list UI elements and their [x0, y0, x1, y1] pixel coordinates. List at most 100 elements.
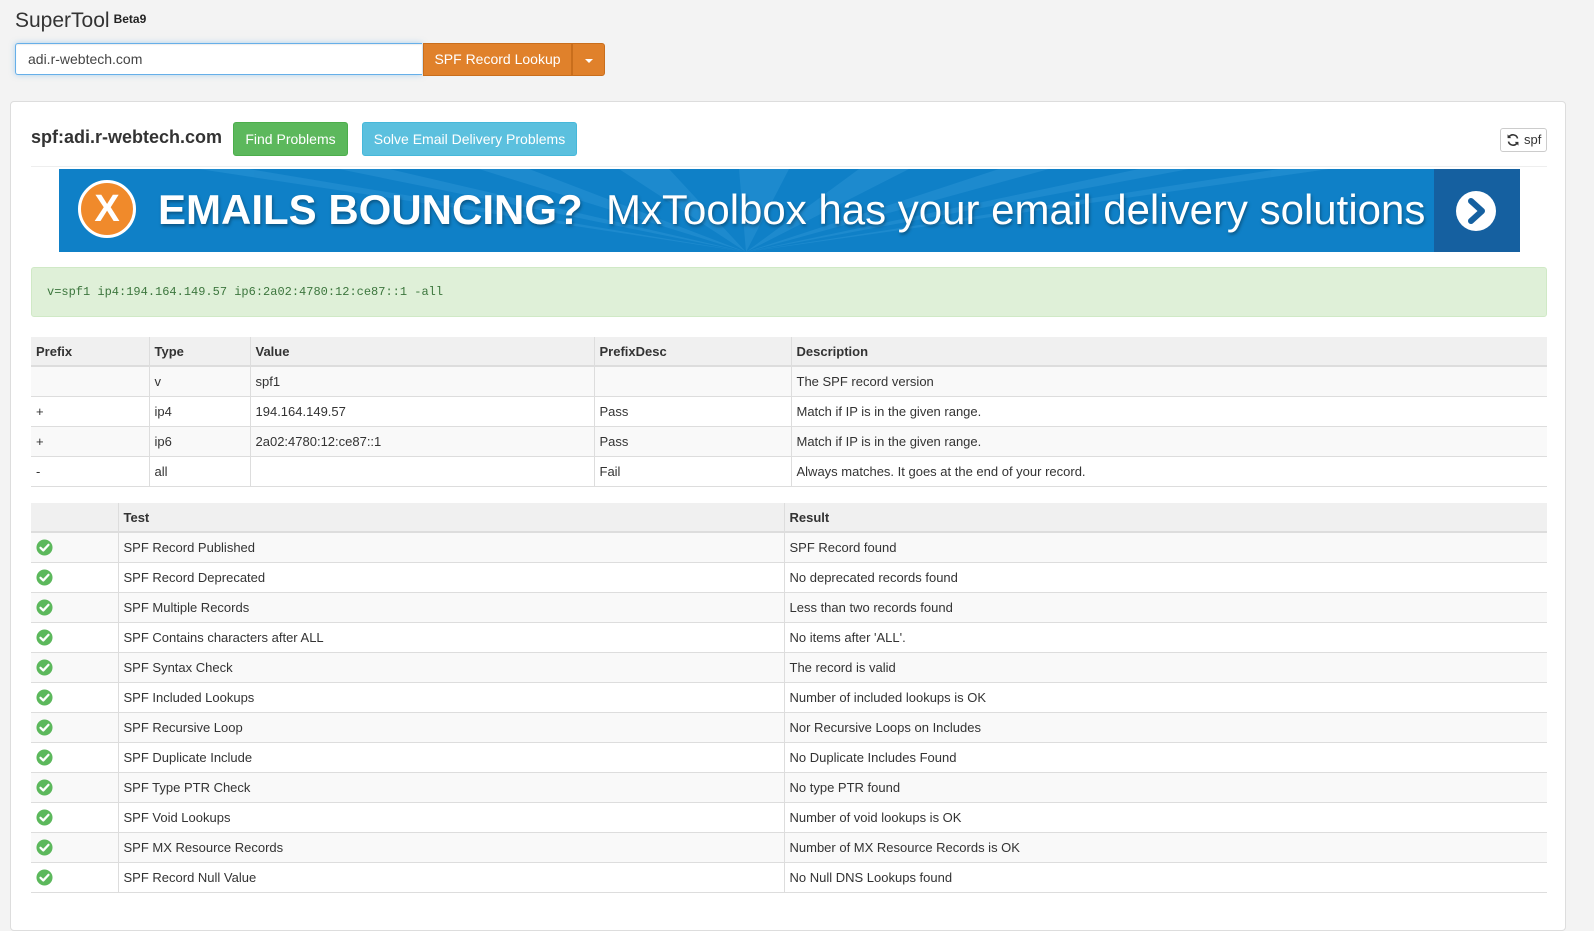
cell-value: spf1 [249, 365, 594, 397]
cell-test: SPF MX Resource Records [117, 832, 784, 863]
table-row: SPF Syntax Check The record is valid [31, 652, 1547, 683]
domain-search-input[interactable] [15, 43, 422, 75]
column-header-prefix: Prefix [31, 337, 149, 367]
chevron-right-icon [1456, 191, 1496, 231]
cell-test: SPF Syntax Check [117, 652, 784, 683]
cell-result: No Duplicate Includes Found [783, 742, 1547, 773]
table-row: + ip6 2a02:4780:12:ce87::1 Pass Match if… [31, 426, 1547, 457]
beta-badge: Beta9 [113, 12, 147, 26]
check-circle-icon [36, 809, 53, 826]
cell-result: The record is valid [783, 652, 1547, 683]
cell-status [31, 832, 118, 863]
cell-result: SPF Record found [783, 531, 1547, 563]
table-header-row: Test Result [31, 503, 1547, 533]
email-delivery-banner[interactable]: X EMAILS BOUNCING? MxToolbox has your em… [59, 169, 1520, 252]
cell-value [249, 456, 594, 487]
cell-prefix: + [31, 426, 149, 457]
cell-prefix: - [31, 456, 149, 487]
cell-status [31, 742, 118, 773]
cell-result: No items after 'ALL'. [783, 622, 1547, 653]
cell-value: 2a02:4780:12:ce87::1 [249, 426, 594, 457]
cell-test: SPF Void Lookups [117, 802, 784, 833]
refresh-label: spf [1524, 132, 1542, 147]
column-header-status [31, 503, 118, 533]
table-row: SPF Type PTR Check No type PTR found [31, 772, 1547, 803]
check-circle-icon [36, 659, 53, 676]
table-row: SPF MX Resource Records Number of MX Reso… [31, 832, 1547, 863]
cell-type: ip6 [148, 426, 250, 457]
cell-test: SPF Included Lookups [117, 682, 784, 713]
table-row: + ip4 194.164.149.57 Pass Match if IP is… [31, 396, 1547, 427]
table-row: SPF Duplicate Include No Duplicate Includ… [31, 742, 1547, 773]
column-header-value: Value [249, 337, 594, 367]
table-row: SPF Record Published SPF Record found [31, 531, 1547, 563]
cell-test: SPF Record Null Value [117, 862, 784, 893]
cell-type: all [148, 456, 250, 487]
cell-result: No type PTR found [783, 772, 1547, 803]
table-row: SPF Recursive Loop Nor Recursive Loops on… [31, 712, 1547, 743]
cell-value: 194.164.149.57 [249, 396, 594, 427]
table-row: SPF Record Null Value No Null DNS Lookups… [31, 862, 1547, 893]
check-circle-icon [36, 839, 53, 856]
cell-status [31, 802, 118, 833]
cell-result: Number of MX Resource Records is OK [783, 832, 1547, 863]
table-row: v spf1 The SPF record version [31, 365, 1547, 397]
table-header-row: Prefix Type Value PrefixDesc Description [31, 337, 1547, 367]
cell-prefixdesc [593, 365, 791, 397]
cell-test: SPF Recursive Loop [117, 712, 784, 743]
check-circle-icon [36, 629, 53, 646]
column-header-prefixdesc: PrefixDesc [593, 337, 791, 367]
check-circle-icon [36, 539, 53, 556]
cell-result: Less than two records found [783, 592, 1547, 623]
column-header-result: Result [783, 503, 1547, 533]
cell-status [31, 772, 118, 803]
cell-description: Match if IP is in the given range. [790, 426, 1547, 457]
check-circle-icon [36, 749, 53, 766]
cell-status [31, 712, 118, 743]
cell-test: SPF Duplicate Include [117, 742, 784, 773]
cell-result: No deprecated records found [783, 562, 1547, 593]
cell-prefixdesc: Pass [593, 426, 791, 457]
cell-result: No Null DNS Lookups found [783, 862, 1547, 893]
cell-prefixdesc: Fail [593, 456, 791, 487]
cell-result: Number of included lookups is OK [783, 682, 1547, 713]
table-row: SPF Multiple Records Less than two record… [31, 592, 1547, 623]
check-circle-icon [36, 719, 53, 736]
refresh-button[interactable]: spf [1500, 128, 1547, 152]
app-title[interactable]: SuperTool Beta9 [15, 9, 146, 33]
cell-test: SPF Type PTR Check [117, 772, 784, 803]
cell-result: Nor Recursive Loops on Includes [783, 712, 1547, 743]
table-row: SPF Contains characters after ALL No item… [31, 622, 1547, 653]
banner-headline-bold: EMAILS BOUNCING? [158, 186, 583, 233]
banner-tagline: MxToolbox has your email delivery soluti… [606, 186, 1426, 233]
page-title: spf:adi.r-webtech.com [31, 127, 223, 147]
cell-status [31, 862, 118, 893]
find-problems-button[interactable]: Find Problems [233, 122, 348, 156]
cell-type: ip4 [148, 396, 250, 427]
column-header-description: Description [790, 337, 1547, 367]
cell-prefix: + [31, 396, 149, 427]
cell-status [31, 592, 118, 623]
lookup-type-dropdown-button[interactable] [572, 43, 605, 76]
cell-status [31, 562, 118, 593]
spf-record-lookup-button[interactable]: SPF Record Lookup [423, 43, 572, 76]
cell-description: Match if IP is in the given range. [790, 396, 1547, 427]
cell-result: Number of void lookups is OK [783, 802, 1547, 833]
table-row: SPF Void Lookups Number of void lookups i… [31, 802, 1547, 833]
cell-test: SPF Multiple Records [117, 592, 784, 623]
table-row: - all Fail Always matches. It goes at th… [31, 456, 1547, 487]
cell-description: The SPF record version [790, 365, 1547, 397]
cell-description: Always matches. It goes at the end of yo… [790, 456, 1547, 487]
column-header-test: Test [117, 503, 784, 533]
check-circle-icon [36, 599, 53, 616]
cell-test: SPF Contains characters after ALL [117, 622, 784, 653]
refresh-icon [1507, 134, 1519, 146]
cell-status [31, 682, 118, 713]
solve-email-delivery-button[interactable]: Solve Email Delivery Problems [362, 122, 577, 156]
cell-test: SPF Record Deprecated [117, 562, 784, 593]
check-circle-icon [36, 779, 53, 796]
spf-record-text: v=spf1 ip4:194.164.149.57 ip6:2a02:4780:… [31, 267, 1547, 317]
check-circle-icon [36, 569, 53, 586]
column-header-type: Type [148, 337, 250, 367]
result-panel: spf:adi.r-webtech.com Find Problems Solv… [10, 101, 1566, 931]
